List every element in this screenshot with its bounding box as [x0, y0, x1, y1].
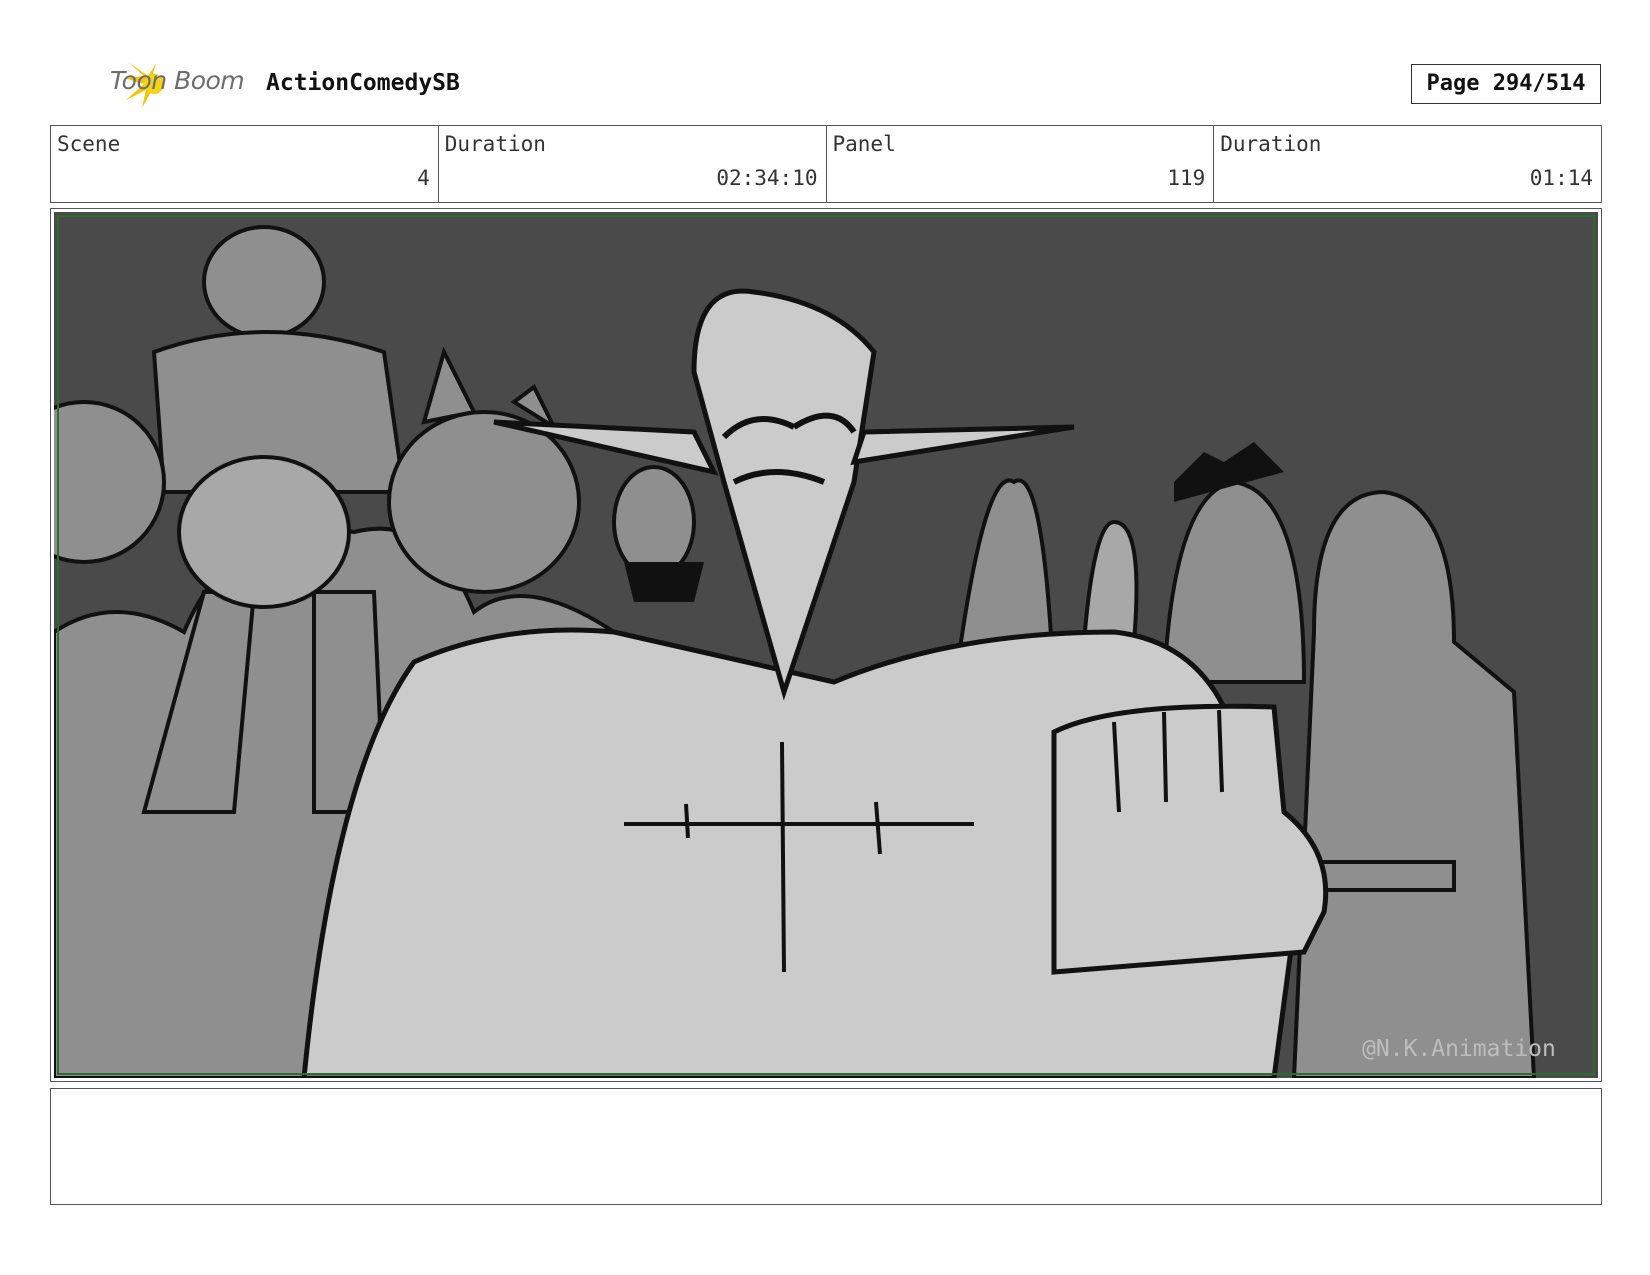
watermark: @N.K.Animation [1362, 1036, 1556, 1062]
scene-label: Scene [57, 132, 121, 156]
panel-duration-cell: Duration 01:14 [1214, 126, 1601, 202]
scene-duration-label: Duration [444, 132, 546, 156]
scene-cell: Scene 4 [51, 126, 439, 202]
scene-value: 4 [417, 166, 430, 190]
scene-duration-cell: Duration 02:34:10 [439, 126, 827, 202]
project-title: ActionComedySB [266, 70, 460, 96]
logo-wordmark: Toon Boom [110, 66, 245, 95]
scene-duration-value: 02:34:10 [716, 166, 818, 190]
panel-label: Panel [832, 132, 896, 156]
panel-notes-box [50, 1088, 1602, 1205]
storyboard-panel-image [54, 212, 1598, 1078]
scene-info-table: Scene 4 Duration 02:34:10 Panel 119 Dura… [50, 125, 1602, 203]
panel-value: 119 [1167, 166, 1206, 190]
page-indicator: Page 294/514 [1411, 64, 1601, 104]
panel-cell: Panel 119 [827, 126, 1215, 202]
panel-duration-label: Duration [1220, 132, 1322, 156]
panel-duration-value: 01:14 [1529, 166, 1593, 190]
